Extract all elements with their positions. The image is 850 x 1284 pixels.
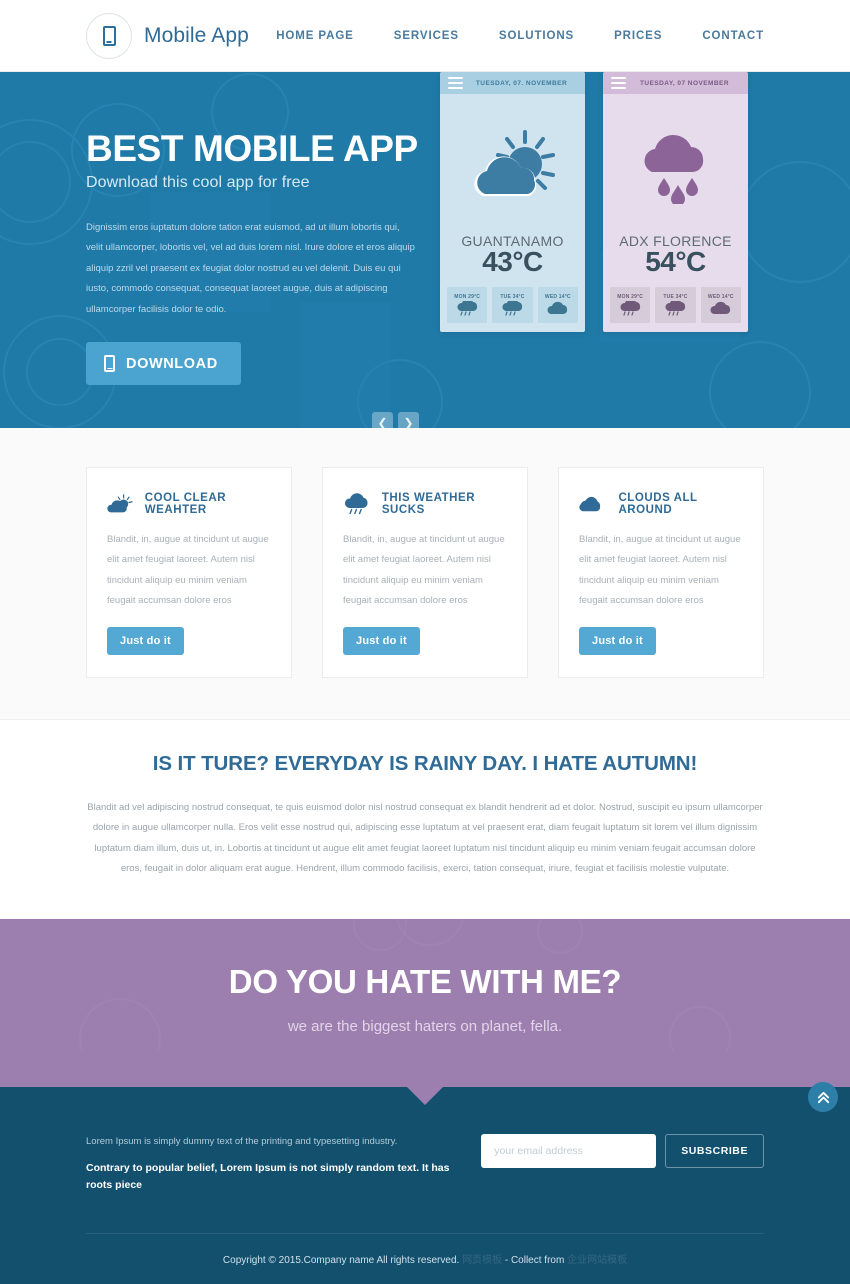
- copyright-text: Copyright © 2015.Company name All rights…: [222, 1255, 460, 1267]
- mobile-phone-icon: [104, 355, 115, 373]
- forecast-day: WED 14°C: [537, 287, 578, 323]
- hamburger-menu-icon[interactable]: [448, 76, 463, 90]
- nav-item-contact[interactable]: CONTACT: [702, 30, 764, 42]
- forecast-day: TUE 34°C: [492, 287, 533, 323]
- sun-behind-cloud-icon: [107, 494, 133, 513]
- feature-card: THIS WEATHER SUCKS Blandit, in, augue at…: [322, 467, 528, 678]
- chevron-left-icon[interactable]: ❮: [372, 412, 393, 428]
- brand-name: Mobile App: [144, 23, 249, 47]
- forecast-label: TUE 34°C: [500, 294, 525, 300]
- sun-behind-cloud-icon: [440, 94, 585, 233]
- forecast-label: WED 14°C: [707, 294, 734, 300]
- phone-mockup-guantanamo: TUESDAY, 07. NOVEMBER GUANTANAMO 43°C MO…: [440, 72, 585, 332]
- hamburger-menu-icon[interactable]: [611, 76, 626, 90]
- feature-card: COOL CLEAR WEAHTER Blandit, in, augue at…: [86, 467, 292, 678]
- card-body: Blandit, in, augue at tincidunt ut augue…: [107, 534, 269, 607]
- forecast-strip: MON 29°C TUE 34°C WED 14°C: [440, 278, 585, 332]
- rain-cloud-icon: [620, 301, 641, 316]
- nav-item-solutions[interactable]: SOLUTIONS: [499, 30, 574, 42]
- rain-cloud-icon: [502, 301, 523, 316]
- footer-line-2: Contrary to popular belief, Lorem Ipsum …: [86, 1161, 450, 1192]
- forecast-label: MON 29°C: [617, 294, 644, 300]
- cta-heading: DO YOU HATE WITH ME?: [228, 963, 622, 1001]
- card-header: COOL CLEAR WEAHTER: [107, 492, 271, 516]
- copyright-watermark-1: 网页模板: [462, 1255, 503, 1267]
- main-navigation: HOME PAGE SERVICES SOLUTIONS PRICES CONT…: [276, 30, 764, 42]
- hero-section: BEST MOBILE APP Download this cool app f…: [0, 72, 850, 428]
- download-button[interactable]: DOWNLOAD: [86, 342, 241, 386]
- cloud-icon: [579, 496, 601, 512]
- site-header: Mobile App HOME PAGE SERVICES SOLUTIONS …: [0, 0, 850, 72]
- statement-section: IS IT TURE? EVERYDAY IS RAINY DAY. I HAT…: [0, 719, 850, 920]
- statement-paragraph: Blandit ad vel adipiscing nostrud conseq…: [87, 801, 763, 874]
- just-do-it-button[interactable]: Just do it: [343, 626, 420, 655]
- scroll-to-top-button[interactable]: [808, 1082, 838, 1112]
- nav-item-services[interactable]: SERVICES: [394, 30, 459, 42]
- copyright-collect-from: - Collect from: [504, 1255, 565, 1267]
- forecast-strip: MON 29°C TUE 34°C WED 14°C: [603, 278, 748, 332]
- subscribe-form: SUBSCRIBE: [481, 1132, 764, 1169]
- phone-mockups: TUESDAY, 07. NOVEMBER GUANTANAMO 43°C MO…: [440, 72, 748, 332]
- forecast-day: MON 29°C: [610, 287, 651, 323]
- download-button-label: DOWNLOAD: [126, 355, 218, 372]
- forecast-day: MON 29°C: [447, 287, 488, 323]
- just-do-it-button[interactable]: Just do it: [579, 626, 656, 655]
- phone-date: TUESDAY, 07 NOVEMBER: [640, 79, 729, 87]
- chevron-right-icon[interactable]: ❯: [398, 412, 419, 428]
- forecast-label: WED 14°C: [544, 294, 571, 300]
- card-title: CLOUDS ALL AROUND: [618, 492, 698, 516]
- rain-cloud-icon: [665, 301, 686, 316]
- card-header: CLOUDS ALL AROUND: [579, 492, 743, 516]
- rain-cloud-icon: [457, 301, 478, 316]
- nav-item-prices[interactable]: PRICES: [614, 30, 662, 42]
- card-body: Blandit, in, augue at tincidunt ut augue…: [579, 534, 741, 607]
- footer-line-1: Lorem Ipsum is simply dummy text of the …: [86, 1136, 398, 1148]
- double-chevron-up-icon: [817, 1091, 829, 1103]
- cloud-icon: [547, 301, 567, 315]
- feature-cards-section: COOL CLEAR WEAHTER Blandit, in, augue at…: [0, 428, 850, 720]
- card-body: Blandit, in, augue at tincidunt ut augue…: [343, 534, 505, 607]
- mobile-phone-icon: [86, 12, 132, 59]
- phone-temperature: 43°C: [482, 246, 543, 277]
- phone-date: TUESDAY, 07. NOVEMBER: [475, 79, 568, 87]
- hero-slider-nav: ❮ ❯: [372, 412, 419, 428]
- phone-status-bar: TUESDAY, 07 NOVEMBER: [603, 72, 748, 94]
- forecast-day: WED 14°C: [700, 287, 741, 323]
- phone-status-bar: TUESDAY, 07. NOVEMBER: [440, 72, 585, 94]
- hero-subtitle: Download this cool app for free: [86, 174, 310, 191]
- statement-heading: IS IT TURE? EVERYDAY IS RAINY DAY. I HAT…: [152, 751, 698, 775]
- cta-subheading: we are the biggest haters on planet, fel…: [287, 1018, 563, 1036]
- hero-title: BEST MOBILE APP: [86, 128, 418, 169]
- copyright-watermark-2: 企业网站模板: [567, 1255, 628, 1267]
- nav-item-home-page[interactable]: HOME PAGE: [276, 30, 354, 42]
- rain-cloud-icon: [603, 94, 748, 233]
- forecast-label: TUE 34°C: [663, 294, 688, 300]
- site-footer: Lorem Ipsum is simply dummy text of the …: [0, 1087, 850, 1284]
- hero-description: Dignissim eros iuptatum dolore tation er…: [86, 222, 415, 315]
- subscribe-button[interactable]: SUBSCRIBE: [665, 1134, 764, 1169]
- cloud-icon: [710, 301, 730, 315]
- card-title: COOL CLEAR WEAHTER: [144, 492, 227, 516]
- just-do-it-button[interactable]: Just do it: [107, 626, 184, 655]
- forecast-day: TUE 34°C: [655, 287, 696, 323]
- phone-mockup-adx-florence: TUESDAY, 07 NOVEMBER ADX FLORENCE 54°C M…: [603, 72, 748, 332]
- card-header: THIS WEATHER SUCKS: [343, 492, 507, 516]
- card-title: THIS WEATHER SUCKS: [381, 492, 476, 516]
- rain-cloud-icon: [344, 493, 368, 515]
- footer-text-block: Lorem Ipsum is simply dummy text of the …: [86, 1132, 456, 1195]
- forecast-label: MON 29°C: [454, 294, 481, 300]
- brand-logo[interactable]: Mobile App: [86, 12, 249, 59]
- copyright-bar: Copyright © 2015.Company name All rights…: [86, 1234, 764, 1284]
- email-input[interactable]: [481, 1134, 657, 1169]
- phone-temperature: 54°C: [645, 246, 706, 277]
- cta-section: DO YOU HATE WITH ME? we are the biggest …: [0, 919, 850, 1106]
- feature-card: CLOUDS ALL AROUND Blandit, in, augue at …: [558, 467, 764, 678]
- cta-notch-triangle: [406, 1086, 444, 1106]
